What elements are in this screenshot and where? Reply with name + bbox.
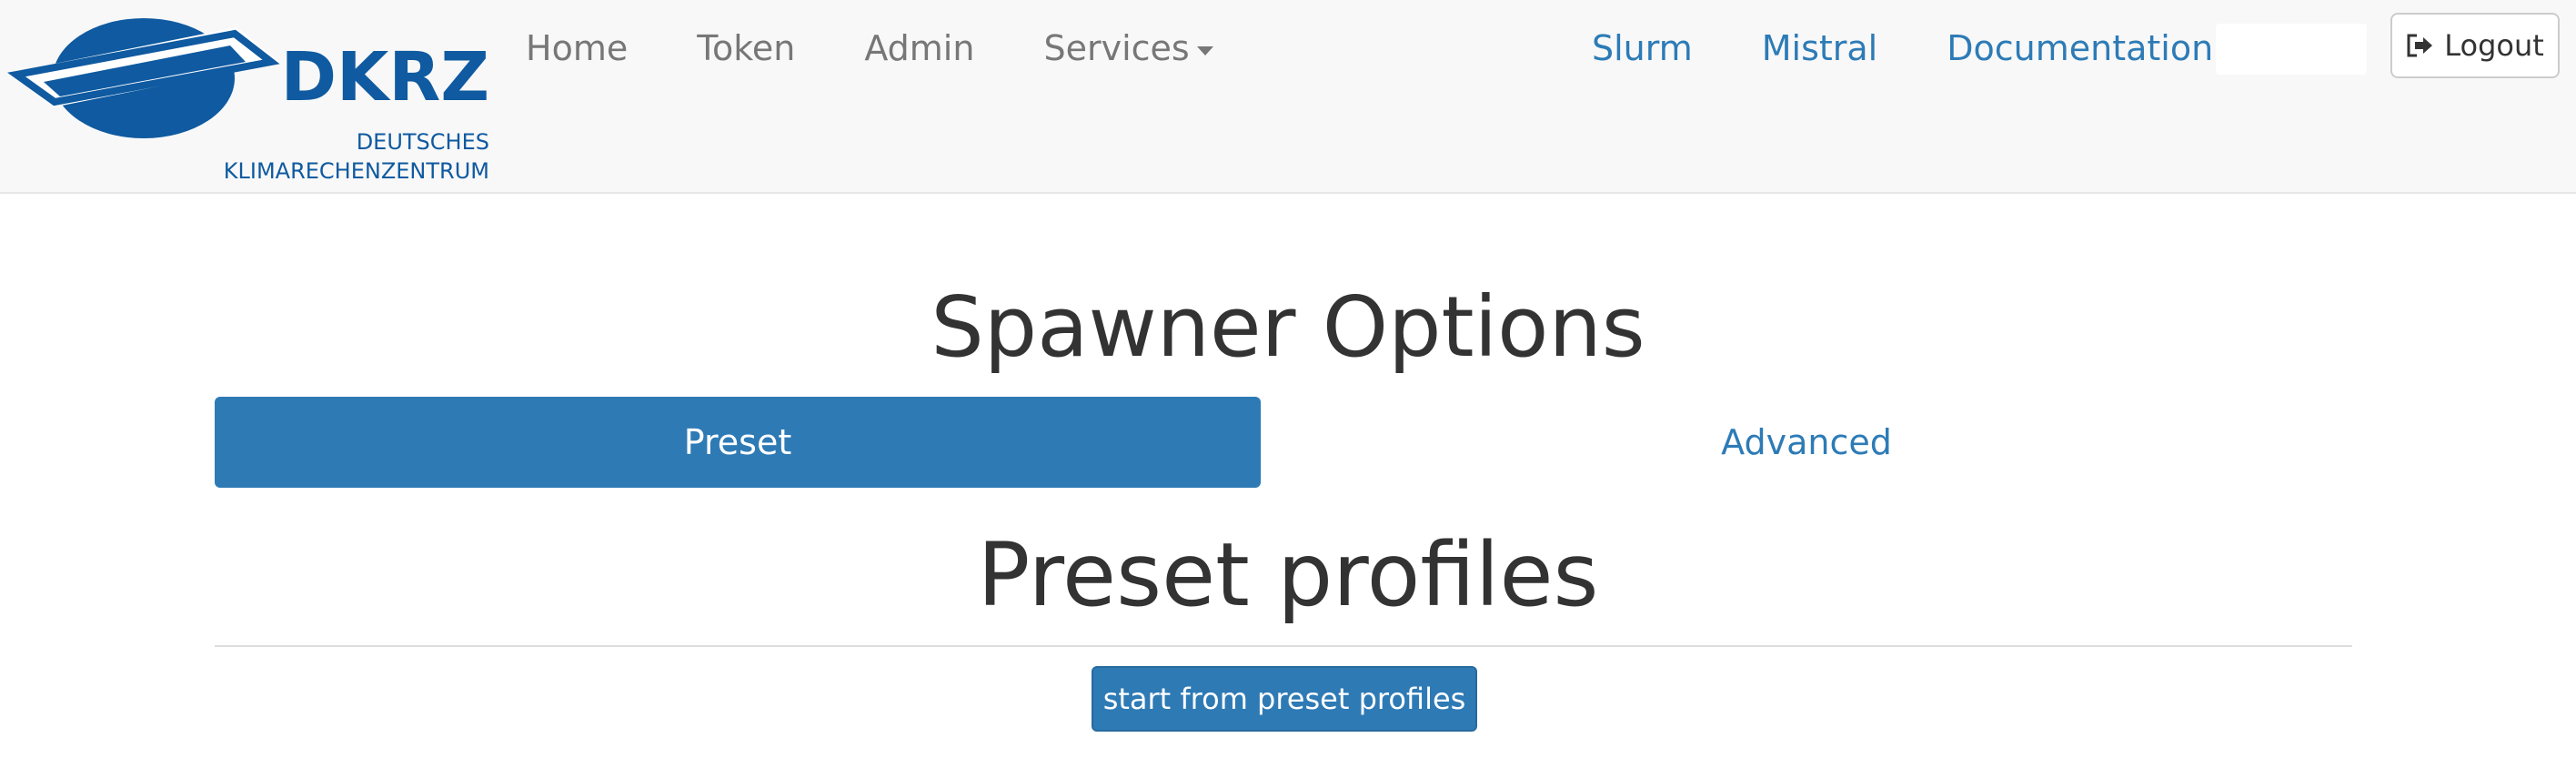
page-title: Spawner Options (931, 278, 1645, 376)
logout-button[interactable]: Logout (2390, 13, 2560, 78)
section-divider (215, 645, 2352, 647)
start-preset-button[interactable]: start from preset profiles (1092, 666, 1477, 732)
tab-preset[interactable]: Preset (215, 397, 1261, 488)
user-name-box (2216, 24, 2367, 75)
brand-line-1: DEUTSCHES (357, 129, 489, 155)
nav-right: Slurm Mistral Documentation (1592, 18, 2282, 78)
sign-out-icon (2407, 34, 2433, 57)
tab-advanced[interactable]: Advanced (1261, 397, 2352, 488)
nav-left: Home Token Admin Services (526, 18, 1283, 78)
nav-documentation[interactable]: Documentation (1947, 28, 2213, 68)
top-navbar: DKRZ DEUTSCHES KLIMARECHENZENTRUM Home T… (0, 0, 2576, 194)
nav-services-dropdown[interactable]: Services (1043, 28, 1213, 68)
nav-slurm[interactable]: Slurm (1592, 28, 1693, 68)
nav-token[interactable]: Token (697, 28, 795, 68)
caret-down-icon (1196, 46, 1213, 56)
nav-mistral[interactable]: Mistral (1762, 28, 1878, 68)
nav-services-label: Services (1043, 28, 1190, 68)
brand-line-2: KLIMARECHENZENTRUM (224, 158, 489, 184)
dkrz-logo-graphic: DKRZ DEUTSCHES KLIMARECHENZENTRUM (7, 18, 489, 184)
logout-label: Logout (2444, 28, 2544, 63)
dkrz-logo[interactable]: DKRZ DEUTSCHES KLIMARECHENZENTRUM (7, 9, 498, 191)
nav-home[interactable]: Home (526, 28, 628, 68)
section-title: Preset profiles (977, 524, 1599, 626)
brand-name: DKRZ (281, 38, 489, 116)
nav-admin[interactable]: Admin (864, 28, 974, 68)
